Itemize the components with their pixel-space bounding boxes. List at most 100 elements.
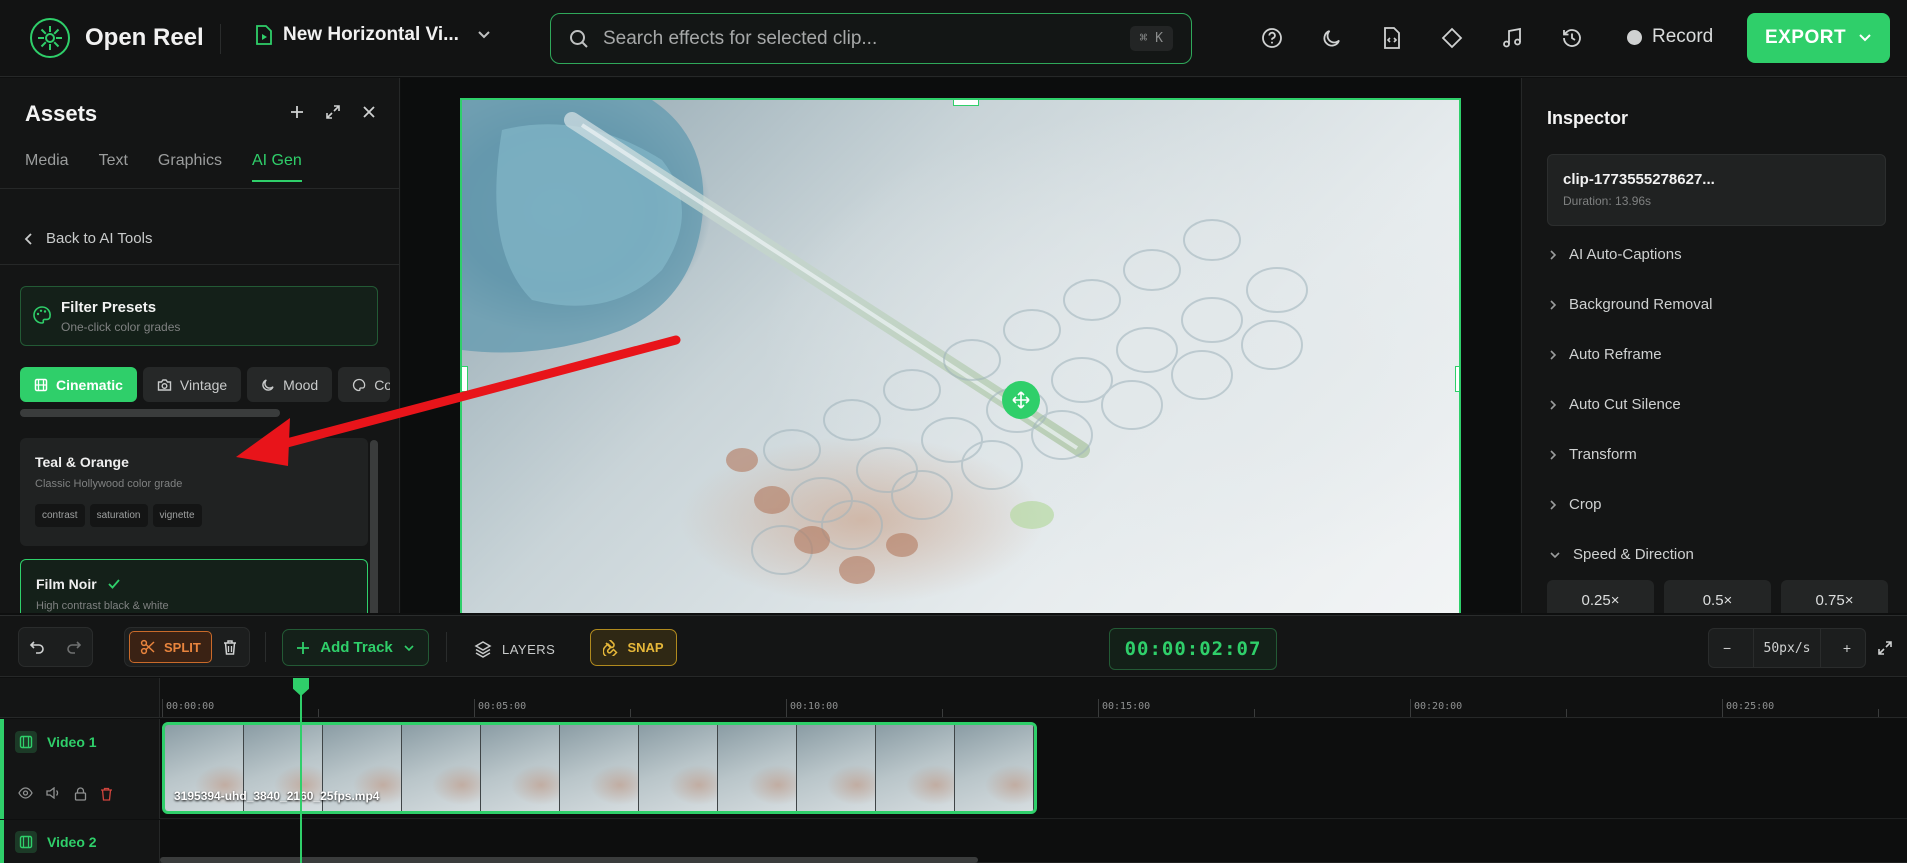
record-label: Record <box>1652 26 1714 47</box>
effects-search[interactable]: Search effects for selected clip... ⌘ K <box>550 13 1192 64</box>
playhead[interactable] <box>300 678 302 863</box>
zoom-out-button[interactable]: − <box>1723 640 1731 656</box>
app-name: Open Reel <box>85 24 204 51</box>
edit-group: SPLIT <box>124 627 250 667</box>
move-handle-icon[interactable] <box>1002 381 1040 419</box>
track-name: Video 1 <box>47 734 97 750</box>
resize-handle-top[interactable] <box>953 100 979 106</box>
ruler-corner <box>0 678 160 718</box>
track-header-video-2[interactable]: Video 2 <box>0 820 160 863</box>
chevron-right-icon <box>1549 349 1557 361</box>
chip-label: Cinematic <box>56 376 123 393</box>
clip-duration: Duration: 13.96s <box>1563 194 1652 208</box>
magnet-icon <box>603 639 619 656</box>
divider <box>0 188 399 189</box>
ruler-tick <box>1566 709 1567 717</box>
section-crop[interactable]: Crop <box>1549 496 1602 513</box>
volume-icon[interactable] <box>46 787 61 801</box>
filter-presets-card: Filter Presets One-click color grades <box>20 286 378 346</box>
video-file-icon <box>255 25 273 45</box>
export-button[interactable]: EXPORT <box>1747 13 1890 63</box>
history-icon[interactable] <box>1560 26 1584 50</box>
speed-0-75-button[interactable]: 0.75× <box>1781 580 1888 613</box>
back-to-ai-tools-link[interactable]: Back to AI Tools <box>24 230 152 247</box>
preset-card-teal-orange[interactable]: Teal & Orange Classic Hollywood color gr… <box>20 438 368 546</box>
thumbnail <box>718 725 797 811</box>
layers-button[interactable]: LAYERS <box>474 640 555 658</box>
search-icon <box>569 29 589 49</box>
tab-media[interactable]: Media <box>25 152 69 170</box>
section-ai-auto-captions[interactable]: AI Auto-Captions <box>1549 246 1682 263</box>
preset-card-film-noir[interactable]: Film Noir High contrast black & white <box>20 559 368 613</box>
timeline-toolbar: SPLIT Add Track LAYERS SNAP 00:00:02:07 … <box>0 615 1907 677</box>
ruler-tick <box>1098 699 1099 717</box>
section-auto-reframe[interactable]: Auto Reframe <box>1549 346 1662 363</box>
fullscreen-icon[interactable] <box>1877 640 1893 656</box>
chip-vintage[interactable]: Vintage <box>142 367 242 402</box>
zoom-in-button[interactable]: + <box>1843 640 1851 656</box>
chip-mood[interactable]: Mood <box>247 367 333 402</box>
resize-handle-right[interactable] <box>1455 366 1459 392</box>
chevron-right-icon <box>1549 249 1557 261</box>
add-icon[interactable] <box>289 104 305 120</box>
project-selector[interactable]: New Horizontal Vi... <box>255 24 491 46</box>
back-label: Back to AI Tools <box>46 230 153 247</box>
preview-frame[interactable] <box>460 98 1461 613</box>
eye-icon[interactable] <box>18 787 33 801</box>
logo-icon <box>30 18 70 58</box>
preset-tag: saturation <box>89 504 148 527</box>
chevron-down-icon <box>403 644 415 652</box>
presets-scrollbar[interactable] <box>370 440 378 613</box>
chip-cinematic[interactable]: Cinematic <box>20 367 137 402</box>
split-button[interactable]: SPLIT <box>129 631 212 663</box>
track-header-video-1[interactable]: Video 1 <box>0 719 160 819</box>
help-icon[interactable] <box>1260 26 1284 50</box>
section-auto-cut-silence[interactable]: Auto Cut Silence <box>1549 396 1681 413</box>
section-transform[interactable]: Transform <box>1549 446 1637 463</box>
redo-icon[interactable] <box>66 640 82 654</box>
chevron-down-icon <box>477 30 491 40</box>
moon-icon[interactable] <box>1320 26 1344 50</box>
record-button[interactable]: Record <box>1627 26 1713 48</box>
trash-icon[interactable] <box>222 639 238 656</box>
section-speed-direction[interactable]: Speed & Direction <box>1549 546 1694 563</box>
thumbnail <box>560 725 639 811</box>
diamond-icon[interactable] <box>1440 26 1464 50</box>
close-icon[interactable] <box>361 104 377 120</box>
speed-0-5-button[interactable]: 0.5× <box>1664 580 1771 613</box>
film-icon <box>34 378 48 392</box>
chips-scrollbar[interactable] <box>20 409 280 417</box>
music-icon[interactable] <box>1500 26 1524 50</box>
resize-handle-left[interactable] <box>462 366 468 392</box>
timeline-scrollbar[interactable] <box>160 857 978 863</box>
lock-icon[interactable] <box>74 787 87 801</box>
chip-color[interactable]: Co <box>338 367 391 402</box>
video-clip[interactable]: 3195394-uhd_3840_2160_25fps.mp4 <box>162 722 1037 814</box>
palette-icon <box>352 378 366 392</box>
tab-ai-gen[interactable]: AI Gen <box>251 152 302 182</box>
zoom-control: − 50px/s + <box>1708 628 1866 668</box>
thumbnail <box>797 725 876 811</box>
add-track-button[interactable]: Add Track <box>282 629 429 666</box>
tab-graphics[interactable]: Graphics <box>158 152 222 170</box>
section-background-removal[interactable]: Background Removal <box>1549 296 1712 313</box>
record-dot-icon <box>1627 29 1642 45</box>
thumbnail <box>955 725 1034 811</box>
expand-icon[interactable] <box>325 104 341 120</box>
preset-tag: contrast <box>35 504 85 527</box>
moon-icon <box>261 378 275 392</box>
file-code-icon[interactable] <box>1380 26 1404 50</box>
undo-icon[interactable] <box>29 640 45 654</box>
delete-track-icon[interactable] <box>100 787 113 801</box>
speed-0-25-button[interactable]: 0.25× <box>1547 580 1654 613</box>
clip-name: clip-1773555278627... <box>1563 171 1715 188</box>
plus-icon <box>296 641 310 655</box>
ruler-tick <box>942 709 943 717</box>
snap-toggle[interactable]: SNAP <box>590 629 677 666</box>
tab-text[interactable]: Text <box>99 152 128 170</box>
timeline-ruler[interactable]: 00:00:00 00:05:00 00:10:00 00:15:00 00:2… <box>160 678 1907 718</box>
clip-filename: 3195394-uhd_3840_2160_25fps.mp4 <box>174 789 380 803</box>
search-input[interactable]: Search effects for selected clip... <box>603 28 1130 50</box>
timecode-display: 00:00:02:07 <box>1109 628 1277 670</box>
chip-label: Co <box>374 376 390 393</box>
